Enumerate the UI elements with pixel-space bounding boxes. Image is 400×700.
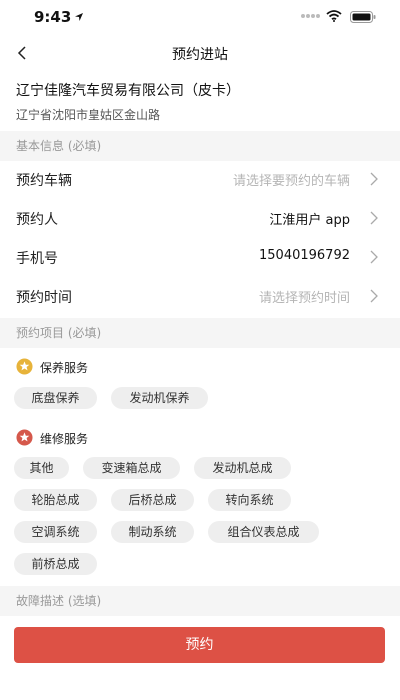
category-label: 维修服务 [40, 432, 89, 446]
section-header-basic-info: 基本信息 (必填) [0, 131, 400, 161]
tag-steering[interactable]: 转向系统 [208, 489, 291, 511]
page-title: 预约进站 [172, 47, 228, 63]
status-time: 9:43 [34, 8, 72, 26]
wifi-icon [326, 10, 342, 22]
chevron-right-icon [370, 172, 378, 186]
tag-front-axle[interactable]: 前桥总成 [14, 553, 97, 575]
section-header-fault: 故障描述 (选填) [0, 586, 400, 616]
phone-value: 15040196792 [259, 248, 350, 263]
nav-bar: 预约进站 [0, 36, 400, 70]
category-label: 保养服务 [40, 361, 89, 375]
row-label: 预约时间 [16, 290, 72, 306]
tag-engine-maintenance[interactable]: 发动机保养 [111, 387, 208, 409]
phone-row[interactable]: 手机号 15040196792 [0, 237, 400, 276]
signal-dots-icon [301, 14, 320, 18]
section-header-label: 预约项目 (必填) [16, 326, 102, 340]
vehicle-placeholder: 请选择要预约的车辆 [232, 174, 350, 189]
battery-icon [350, 11, 376, 23]
section-header-label: 基本信息 (必填) [16, 139, 102, 153]
tag-brake[interactable]: 制动系统 [111, 521, 194, 543]
section-header-label: 故障描述 (选填) [16, 594, 102, 608]
chevron-right-icon [370, 250, 378, 264]
tag-engine-assembly[interactable]: 发动机总成 [194, 457, 291, 479]
row-label: 预约人 [16, 212, 58, 228]
row-label: 预约车辆 [16, 173, 72, 189]
chevron-right-icon [370, 211, 378, 225]
tag-chassis-maintenance[interactable]: 底盘保养 [14, 387, 97, 409]
time-placeholder: 请选择预约时间 [258, 291, 350, 306]
section-header-service-items: 预约项目 (必填) [0, 318, 400, 348]
tag-rear-axle[interactable]: 后桥总成 [111, 489, 194, 511]
row-label: 手机号 [16, 251, 58, 267]
submit-button[interactable]: 预约 [14, 627, 385, 663]
star-icon [16, 429, 33, 446]
person-row[interactable]: 预约人 江淮用户 app [0, 198, 400, 237]
star-icon [16, 358, 33, 375]
dealer-name: 辽宁佳隆汽车贸易有限公司（皮卡） [16, 83, 240, 99]
tag-air-conditioning[interactable]: 空调系统 [14, 521, 97, 543]
dealer-address: 辽宁省沈阳市皇姑区金山路 [16, 108, 161, 122]
person-value: 江淮用户 app [269, 213, 350, 228]
dealer-info: 辽宁佳隆汽车贸易有限公司（皮卡） 辽宁省沈阳市皇姑区金山路 [16, 80, 386, 123]
location-arrow-icon [75, 13, 83, 21]
time-select-row[interactable]: 预约时间 请选择预约时间 [0, 276, 400, 315]
tag-transmission[interactable]: 变速箱总成 [83, 457, 180, 479]
vehicle-select-row[interactable]: 预约车辆 请选择要预约的车辆 [0, 159, 400, 198]
tag-tire[interactable]: 轮胎总成 [14, 489, 97, 511]
tag-other[interactable]: 其他 [14, 457, 69, 479]
tag-instrument-cluster[interactable]: 组合仪表总成 [208, 521, 319, 543]
chevron-right-icon [370, 289, 378, 303]
status-bar: 9:43 [0, 0, 400, 36]
